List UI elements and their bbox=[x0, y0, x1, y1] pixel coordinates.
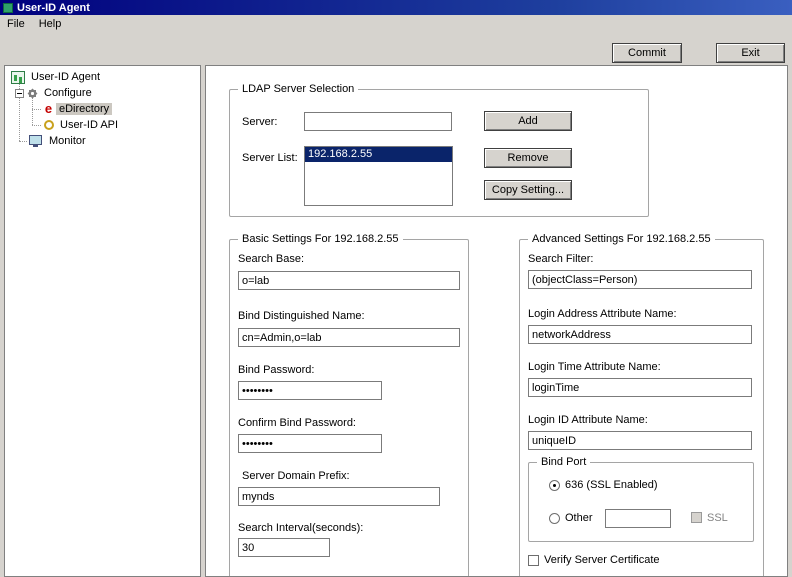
other-port-radio-label[interactable]: Other bbox=[565, 512, 593, 524]
copy-setting-button[interactable]: Copy Setting... bbox=[484, 180, 572, 200]
api-icon bbox=[44, 120, 54, 130]
gear-icon bbox=[27, 88, 38, 99]
verify-certificate-label[interactable]: Verify Server Certificate bbox=[544, 554, 660, 566]
search-base-input[interactable] bbox=[238, 271, 460, 290]
tree-item-user-id-api[interactable]: User-ID API bbox=[43, 117, 121, 133]
navigation-tree: User-ID Agent Configure eDirectory User-… bbox=[4, 65, 201, 577]
advanced-settings-group: Advanced Settings For 192.168.2.55 Searc… bbox=[519, 233, 764, 576]
login-address-input[interactable] bbox=[528, 325, 752, 344]
bind-password-label: Bind Password: bbox=[238, 364, 315, 376]
tree-item-configure[interactable]: Configure bbox=[15, 85, 95, 101]
domain-prefix-input[interactable] bbox=[238, 487, 440, 506]
edirectory-icon bbox=[43, 103, 54, 116]
tree-item-label[interactable]: Monitor bbox=[46, 135, 89, 147]
search-filter-input[interactable] bbox=[528, 270, 752, 289]
server-list-item[interactable]: 192.168.2.55 bbox=[305, 147, 452, 162]
tree-item-monitor[interactable]: Monitor bbox=[29, 133, 89, 149]
user-id-agent-window: User-ID Agent File Help Commit Exit User… bbox=[0, 0, 792, 577]
ssl-port-radio-label[interactable]: 636 (SSL Enabled) bbox=[565, 479, 658, 491]
other-port-input[interactable] bbox=[605, 509, 671, 528]
server-input[interactable] bbox=[304, 112, 452, 131]
search-filter-label: Search Filter: bbox=[528, 253, 594, 265]
tree-line bbox=[32, 98, 33, 125]
monitor-icon bbox=[29, 135, 42, 147]
commit-button[interactable]: Commit bbox=[612, 43, 682, 63]
other-port-radio[interactable] bbox=[549, 513, 560, 524]
tree-item-user-id-agent[interactable]: User-ID Agent bbox=[11, 69, 103, 85]
login-time-input[interactable] bbox=[528, 378, 752, 397]
bind-dn-label: Bind Distinguished Name: bbox=[238, 310, 365, 322]
remove-button[interactable]: Remove bbox=[484, 148, 572, 168]
title-bar: User-ID Agent bbox=[0, 0, 792, 15]
window-title: User-ID Agent bbox=[17, 1, 90, 14]
ssl-port-radio[interactable] bbox=[549, 480, 560, 491]
ssl-checkbox-label[interactable]: SSL bbox=[707, 512, 728, 524]
search-base-label: Search Base: bbox=[238, 253, 305, 265]
login-time-label: Login Time Attribute Name: bbox=[528, 361, 661, 373]
server-label: Server: bbox=[242, 116, 278, 128]
tree-line bbox=[32, 125, 41, 126]
tree-item-label[interactable]: eDirectory bbox=[56, 103, 113, 115]
exit-button[interactable]: Exit bbox=[716, 43, 785, 63]
basic-group-title: Basic Settings For 192.168.2.55 bbox=[238, 233, 403, 245]
basic-settings-group: Basic Settings For 192.168.2.55 Search B… bbox=[229, 233, 469, 576]
tree-item-label[interactable]: Configure bbox=[41, 87, 95, 99]
bind-password-input[interactable] bbox=[238, 381, 382, 400]
advanced-group-title: Advanced Settings For 192.168.2.55 bbox=[528, 233, 715, 245]
bind-port-title: Bind Port bbox=[537, 456, 591, 468]
ldap-server-selection-group: LDAP Server Selection Server: Add Server… bbox=[229, 83, 649, 217]
collapse-icon[interactable] bbox=[15, 88, 24, 98]
menu-file[interactable]: File bbox=[0, 17, 32, 31]
tree-line bbox=[32, 109, 41, 110]
server-list-label: Server List: bbox=[242, 152, 298, 164]
confirm-password-label: Confirm Bind Password: bbox=[238, 417, 356, 429]
login-address-label: Login Address Attribute Name: bbox=[528, 308, 677, 320]
tree-item-label[interactable]: User-ID Agent bbox=[28, 71, 103, 83]
login-id-input[interactable] bbox=[528, 431, 752, 450]
confirm-password-input[interactable] bbox=[238, 434, 382, 453]
settings-panel: LDAP Server Selection Server: Add Server… bbox=[205, 65, 788, 577]
add-button[interactable]: Add bbox=[484, 111, 572, 131]
login-id-label: Login ID Attribute Name: bbox=[528, 414, 648, 426]
tree-item-label[interactable]: User-ID API bbox=[57, 119, 121, 131]
tree-item-edirectory[interactable]: eDirectory bbox=[43, 101, 113, 117]
ldap-group-title: LDAP Server Selection bbox=[238, 83, 359, 95]
domain-prefix-label: Server Domain Prefix: bbox=[242, 470, 350, 482]
search-interval-label: Search Interval(seconds): bbox=[238, 522, 364, 534]
app-icon bbox=[3, 2, 13, 13]
bind-dn-input[interactable] bbox=[238, 328, 460, 347]
ssl-checkbox[interactable] bbox=[691, 512, 702, 523]
menu-bar: File Help bbox=[0, 15, 792, 32]
bind-port-group: Bind Port 636 (SSL Enabled) Other SSL bbox=[528, 456, 754, 542]
search-interval-input[interactable] bbox=[238, 538, 330, 557]
verify-certificate-checkbox[interactable] bbox=[528, 555, 539, 566]
agent-icon bbox=[11, 70, 25, 84]
server-listbox[interactable]: 192.168.2.55 bbox=[304, 146, 453, 206]
tree-line bbox=[19, 141, 27, 142]
menu-help[interactable]: Help bbox=[32, 17, 69, 31]
